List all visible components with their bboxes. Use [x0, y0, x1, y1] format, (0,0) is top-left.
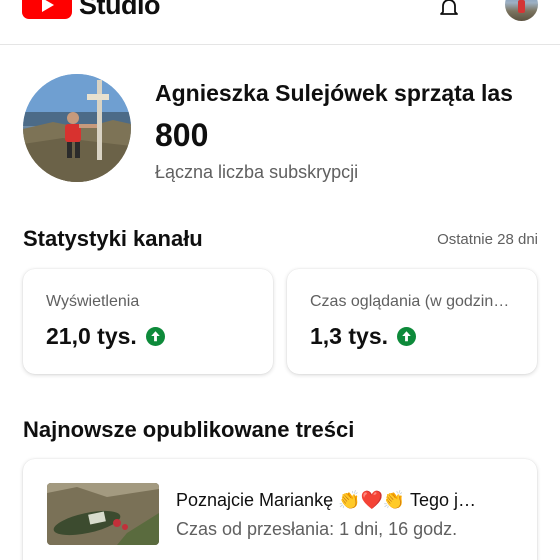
latest-content-title: Najnowsze opublikowane treści — [23, 417, 355, 442]
views-value-row: 21,0 tys. — [46, 323, 165, 350]
youtube-studio-logo[interactable]: Studio — [22, 0, 160, 19]
subscriber-count: 800 — [155, 117, 209, 153]
views-card[interactable]: Wyświetlenia 21,0 tys. — [23, 269, 273, 374]
video-thumbnail-image — [47, 483, 159, 545]
video-upload-time: Czas od przesłania: 1 dni, 16 godz. — [176, 519, 458, 539]
watch-time-card[interactable]: Czas oglądania (w godzinach) 1,3 tys. — [287, 269, 537, 374]
views-value: 21,0 tys. — [46, 323, 137, 349]
latest-video-card[interactable]: Poznajcie Mariankę 👏❤️👏 Tego j… Czas od … — [23, 459, 537, 560]
account-avatar[interactable] — [505, 0, 538, 21]
channel-avatar-photo — [23, 74, 131, 182]
youtube-play-icon — [22, 0, 72, 19]
trend-up-icon — [397, 327, 416, 346]
logo-text: Studio — [79, 0, 160, 20]
trend-up-icon — [145, 327, 165, 346]
video-thumbnail[interactable] — [47, 483, 159, 545]
watch-time-value-row: 1,3 tys. — [310, 323, 416, 350]
top-bar: Studio — [0, 0, 560, 45]
channel-name: Agnieszka Sulejówek sprząta las — [155, 80, 513, 106]
channel-stats-title: Statystyki kanału — [23, 226, 203, 251]
notifications-bell-icon[interactable] — [436, 0, 462, 20]
stats-period[interactable]: Ostatnie 28 dni — [437, 231, 538, 248]
subscriber-count-label: Łączna liczba subskrypcji — [155, 162, 359, 182]
watch-time-value: 1,3 tys. — [310, 323, 388, 349]
views-label: Wyświetlenia — [46, 293, 140, 310]
watch-time-label: Czas oglądania (w godzinach) — [310, 293, 515, 310]
video-title[interactable]: Poznajcie Mariankę 👏❤️👏 Tego j… — [176, 490, 516, 511]
channel-avatar — [23, 74, 131, 182]
